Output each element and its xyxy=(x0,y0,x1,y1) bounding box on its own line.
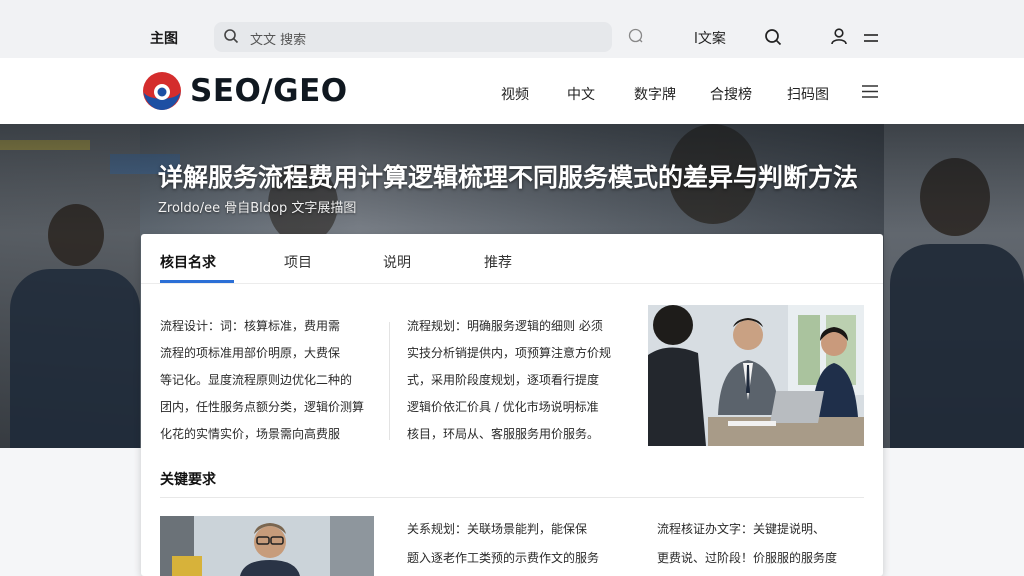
search-circle-icon[interactable] xyxy=(628,28,644,44)
search-icon xyxy=(224,29,239,44)
paragraph-line: 流程设计：词：核算标准，费用需 xyxy=(160,319,341,333)
nav-item-ranking[interactable]: 合搜榜 xyxy=(710,84,752,104)
paragraph-line: 式，采用阶段度规划，逐项看行提度 xyxy=(407,373,600,387)
section-heading: 关键要求 xyxy=(160,472,216,488)
active-tab-indicator xyxy=(160,280,234,283)
paragraph-line: 团内，任性服务点额分类，逻辑价测算 xyxy=(160,400,365,414)
top-utility-bar: 主图 文文 搜索 l文案 xyxy=(0,0,1024,58)
paragraph-line: 流程核证办文字：关键提说明、 xyxy=(657,522,826,536)
tab-description[interactable]: 说明 xyxy=(383,252,411,272)
content-paragraph: 流程核证办文字：关键提说明、 更费说、过阶段！价服服的服务度 xyxy=(657,515,867,573)
hamburger-menu-icon[interactable] xyxy=(862,85,878,98)
hero-subtitle: Zroldo/ee 骨自Bldop 文字展描图 xyxy=(158,201,357,216)
menu-lines-icon[interactable] xyxy=(864,34,878,42)
content-paragraph: 流程设计：词：核算标准，费用需 流程的项标准用部价明原，大费保 等记化。显度流程… xyxy=(160,313,382,448)
paragraph-line: 逻辑价依汇价具 / 优化市场说明标准 xyxy=(407,400,599,414)
meeting-photo xyxy=(648,305,864,446)
tab-recommend[interactable]: 推荐 xyxy=(484,252,512,272)
hero-person-body xyxy=(890,244,1024,448)
tab-divider xyxy=(141,283,883,284)
nav-item-video[interactable]: 视频 xyxy=(501,84,529,104)
tab-overview[interactable]: 核目名求 xyxy=(160,252,216,272)
paragraph-line: 实技分析销提供内，项预算注意方价规 xyxy=(407,346,612,360)
hero-title: 详解服务流程费用计算逻辑梳理不同服务模式的差异与判断方法 xyxy=(158,163,859,192)
hero-person-body xyxy=(10,269,140,448)
tab-project[interactable]: 项目 xyxy=(284,252,312,272)
businessman-photo xyxy=(160,516,374,576)
paragraph-line: 关系规划：关联场景能判，能保保 xyxy=(407,522,588,536)
search-bar[interactable]: 文文 搜索 xyxy=(214,22,612,52)
paragraph-line: 化花的实情实价，场景需向高费服 xyxy=(160,427,341,441)
paragraph-line: 等记化。显度流程原则边优化二种的 xyxy=(160,373,353,387)
meeting-photo-illustration xyxy=(648,305,864,446)
search-input[interactable]: 文文 搜索 xyxy=(250,29,306,48)
content-paragraph: 流程规划：明确服务逻辑的细则 必须 实技分析销提供内，项预算注意方价规 式，采用… xyxy=(407,313,635,448)
section-divider xyxy=(160,497,864,498)
language-link[interactable]: l文案 xyxy=(694,28,726,48)
businessman-photo-illustration xyxy=(160,516,374,576)
user-icon[interactable] xyxy=(830,27,848,45)
content-paragraph: 关系规划：关联场景能判，能保保 题入逐老作工类预的示费作文的服务 xyxy=(407,515,632,573)
nav-item-chinese[interactable]: 中文 xyxy=(567,84,595,104)
paragraph-line: 核目，环局从、客服服务用价服务。 xyxy=(407,427,600,441)
column-divider xyxy=(389,322,390,440)
brand-name[interactable]: SEO/GEO xyxy=(190,73,348,109)
search-icon[interactable] xyxy=(764,28,782,46)
paragraph-line: 更费说、过阶段！价服服的服务度 xyxy=(657,551,838,565)
paragraph-line: 题入逐老作工类预的示费作文的服务 xyxy=(407,551,600,565)
home-link[interactable]: 主图 xyxy=(150,28,178,48)
paragraph-line: 流程的项标准用部价明原，大费保 xyxy=(160,346,341,360)
nav-item-scan[interactable]: 扫码图 xyxy=(787,84,829,104)
paragraph-line: 流程规划：明确服务逻辑的细则 必须 xyxy=(407,319,603,333)
brand-logo-icon[interactable] xyxy=(142,71,182,111)
nav-item-digital[interactable]: 数字牌 xyxy=(634,84,676,104)
